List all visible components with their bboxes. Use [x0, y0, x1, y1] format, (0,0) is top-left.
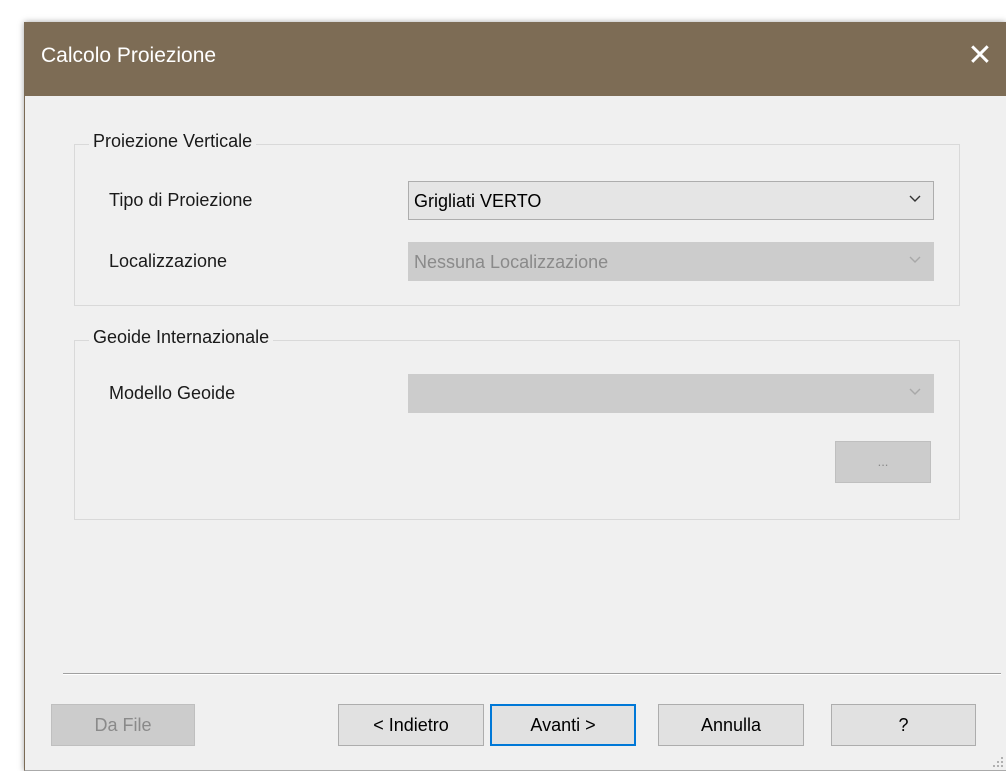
from-file-button[interactable]: Da File	[51, 704, 195, 746]
cancel-button[interactable]: Annulla	[658, 704, 804, 746]
chevron-down-icon	[909, 195, 921, 202]
localization-value: Nessuna Localizzazione	[414, 252, 609, 272]
vertical-projection-group-title: Proiezione Verticale	[89, 131, 257, 152]
projection-type-dropdown[interactable]: Grigliati VERTO	[408, 181, 934, 220]
chevron-down-icon	[909, 388, 921, 395]
vertical-projection-group: Proiezione Verticale	[74, 131, 960, 306]
next-button[interactable]: Avanti >	[490, 704, 636, 746]
projection-type-value: Grigliati VERTO	[414, 191, 542, 211]
dialog-title: Calcolo Proiezione	[41, 44, 217, 67]
close-button[interactable]: ✕	[960, 36, 1000, 76]
title-bar[interactable]: Calcolo Proiezione ✕	[25, 22, 1006, 96]
chevron-down-icon	[909, 256, 921, 263]
geoid-group-title: Geoide Internazionale	[89, 327, 274, 348]
localization-dropdown[interactable]: Nessuna Localizzazione	[408, 242, 934, 281]
footer-separator	[63, 673, 1001, 675]
localization-label: Localizzazione	[109, 251, 228, 271]
geoid-model-label: Modello Geoide	[109, 383, 236, 403]
help-button[interactable]: ?	[831, 704, 976, 746]
projection-type-label: Tipo di Proiezione	[109, 190, 253, 210]
geoid-model-dropdown[interactable]	[408, 374, 934, 413]
back-button[interactable]: < Indietro	[338, 704, 484, 746]
dialog-window: Calcolo Proiezione ✕ Proiezione Vertical…	[24, 22, 1006, 771]
browse-geoid-button[interactable]: ...	[835, 441, 931, 483]
geoid-group: Geoide Internazionale	[74, 327, 960, 520]
close-icon: ✕	[967, 39, 993, 72]
resize-grip-icon[interactable]	[992, 756, 1004, 768]
